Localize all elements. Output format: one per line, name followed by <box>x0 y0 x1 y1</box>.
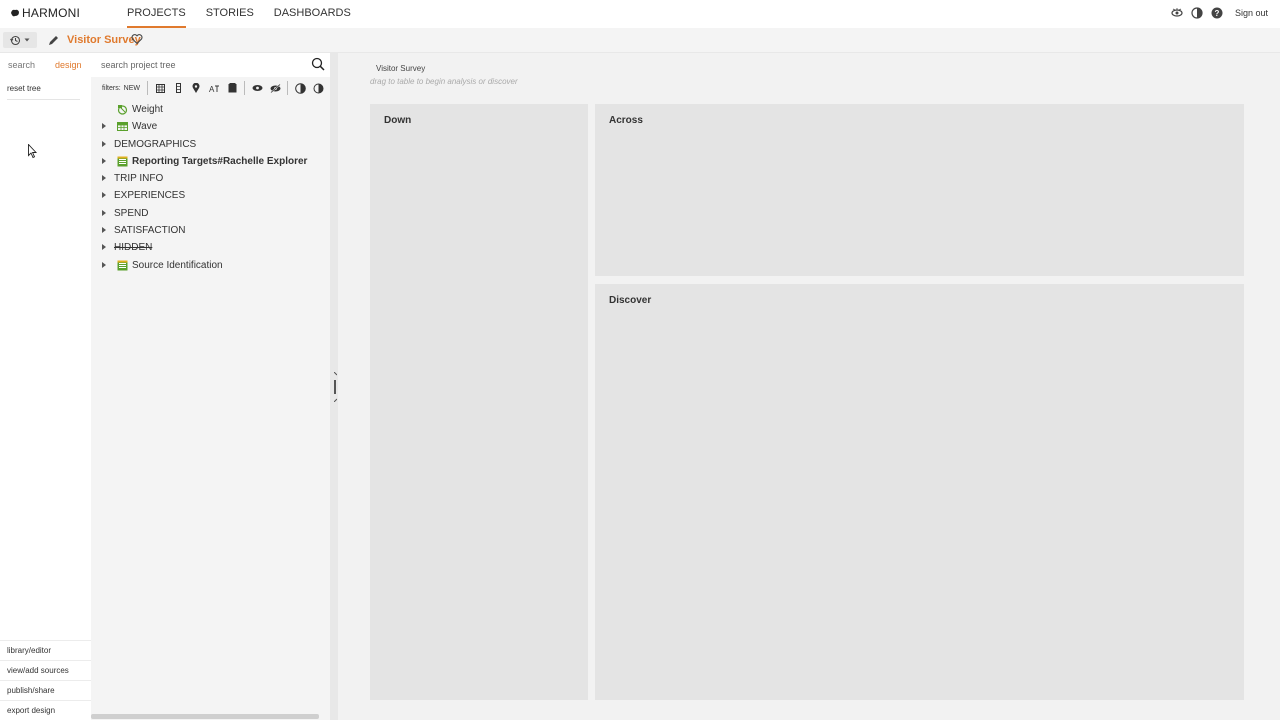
tree-horizontal-scrollbar[interactable] <box>91 714 319 719</box>
eye-icon[interactable] <box>1171 7 1183 19</box>
app-logo[interactable]: HARMONI <box>10 6 80 20</box>
column-icon[interactable] <box>169 81 187 95</box>
tree-item-label: Weight <box>132 104 163 115</box>
history-icon <box>10 35 21 45</box>
filter-divider <box>147 81 149 95</box>
history-button[interactable] <box>3 32 37 48</box>
text-size-icon[interactable]: A <box>205 81 223 95</box>
left-sidebar: search design reset tree library/editor … <box>0 53 91 720</box>
tree-folder-experiences[interactable]: EXPERIENCES <box>91 187 330 204</box>
filters-label: filters: <box>102 84 121 92</box>
tree-item-label: HIDDEN <box>114 242 153 254</box>
table-variable-icon <box>117 260 128 271</box>
weight-icon <box>117 105 128 115</box>
splitter-grip-icon[interactable] <box>334 372 337 402</box>
expand-arrow-icon[interactable] <box>102 123 106 130</box>
nav-dashboards[interactable]: DASHBOARDS <box>274 0 351 28</box>
table-variable-icon <box>117 156 128 167</box>
tree-folder-spend[interactable]: SPEND <box>91 205 330 222</box>
sidebar-tabs: search design <box>0 53 91 77</box>
tree-item-wave[interactable]: Wave <box>91 118 330 135</box>
expand-arrow-icon[interactable] <box>102 192 106 199</box>
logo-text: HARMONI <box>22 6 81 20</box>
project-title[interactable]: Visitor Survey <box>67 34 141 46</box>
sign-out-link[interactable]: Sign out <box>1235 8 1268 18</box>
pencil-icon <box>48 35 58 45</box>
expand-arrow-icon[interactable] <box>102 261 106 268</box>
chevron-down-icon <box>24 38 30 42</box>
export-design-link[interactable]: export design <box>0 700 91 720</box>
tab-design[interactable]: design <box>55 60 82 70</box>
tab-search[interactable]: search <box>8 60 35 70</box>
filter-toolbar: filters: NEW A <box>91 79 330 97</box>
expand-arrow-icon[interactable] <box>102 227 106 234</box>
top-bar: HARMONI PROJECTS STORIES DASHBOARDS ? Si… <box>0 0 1280 28</box>
tree-item-reporting-targets[interactable]: Reporting Targets#Rachelle Explorer <box>91 153 330 170</box>
filter-divider <box>287 81 289 95</box>
across-drop-zone[interactable]: Across <box>595 104 1244 276</box>
expand-arrow-icon[interactable] <box>102 157 106 164</box>
analysis-canvas: Visitor Survey drag to table to begin an… <box>338 53 1280 720</box>
zone-label-down: Down <box>384 115 412 126</box>
tree-item-label: SATISFACTION <box>114 225 186 237</box>
project-tree: Weight Wave DEMOGRAPHICS Reporting Targe… <box>91 101 330 274</box>
tree-folder-satisfaction[interactable]: SATISFACTION <box>91 222 330 239</box>
zone-label-discover: Discover <box>609 295 652 306</box>
expand-arrow-icon[interactable] <box>102 244 106 251</box>
tree-search-input[interactable] <box>101 58 301 72</box>
svg-text:?: ? <box>1215 9 1220 18</box>
canvas-title: Visitor Survey <box>376 64 426 73</box>
tree-folder-trip-info[interactable]: TRIP INFO <box>91 170 330 187</box>
project-toolbar: Visitor Survey <box>0 28 1280 53</box>
view-add-sources-link[interactable]: view/add sources <box>0 660 91 680</box>
edit-project-button[interactable] <box>44 32 62 48</box>
tree-item-label: SPEND <box>114 207 149 219</box>
tree-folder-hidden[interactable]: HIDDEN <box>91 239 330 256</box>
library-editor-link[interactable]: library/editor <box>0 640 91 660</box>
tree-item-label: Wave <box>132 121 158 133</box>
nav-stories[interactable]: STORIES <box>206 0 254 28</box>
help-icon[interactable]: ? <box>1211 7 1223 19</box>
grid-icon[interactable] <box>151 81 169 95</box>
nav-projects[interactable]: PROJECTS <box>127 0 186 28</box>
filter-new-button[interactable]: NEW <box>124 85 140 92</box>
tree-item-label: Reporting Targets#Rachelle Explorer <box>132 155 308 167</box>
tree-folder-demographics[interactable]: DEMOGRAPHICS <box>91 136 330 153</box>
logo-icon <box>11 9 19 17</box>
sidebar-bottom-links: library/editor view/add sources publish/… <box>0 640 91 720</box>
tree-item-label: DEMOGRAPHICS <box>114 138 197 150</box>
tree-item-weight[interactable]: Weight <box>91 101 330 118</box>
zone-label-across: Across <box>609 115 643 126</box>
search-icon[interactable] <box>311 57 325 71</box>
down-drop-zone[interactable]: Down <box>370 104 588 700</box>
publish-share-link[interactable]: publish/share <box>0 680 91 700</box>
heart-icon[interactable] <box>131 33 143 45</box>
expand-arrow-icon[interactable] <box>102 209 106 216</box>
filled-circle-icon[interactable] <box>309 81 327 95</box>
svg-text:A: A <box>209 85 215 93</box>
tree-search-row <box>91 53 330 77</box>
half-circle-icon[interactable] <box>291 81 309 95</box>
tree-item-label: TRIP INFO <box>114 173 164 185</box>
main-nav: PROJECTS STORIES DASHBOARDS <box>127 0 371 28</box>
project-tree-panel: filters: NEW A Weight Wave DEMOGRAPHICS <box>91 53 330 720</box>
expand-arrow-icon[interactable] <box>102 175 106 182</box>
expand-arrow-icon[interactable] <box>102 140 106 147</box>
grid-variable-icon <box>117 122 128 132</box>
eye-icon[interactable] <box>248 81 266 95</box>
mouse-cursor-icon <box>28 144 38 159</box>
tree-item-label: Source Identification <box>132 259 223 271</box>
discover-drop-zone[interactable]: Discover <box>595 284 1244 700</box>
tree-item-label: EXPERIENCES <box>114 190 186 202</box>
location-pin-icon[interactable] <box>187 81 205 95</box>
top-right-tools: ? Sign out <box>1171 7 1268 19</box>
canvas-hint: drag to table to begin analysis or disco… <box>370 77 518 86</box>
stack-icon[interactable] <box>223 81 241 95</box>
reset-tree-link[interactable]: reset tree <box>7 84 80 100</box>
tree-item-source-identification[interactable]: Source Identification <box>91 257 330 274</box>
panel-splitter[interactable] <box>330 53 338 720</box>
eye-slash-icon[interactable] <box>266 81 284 95</box>
filter-divider <box>244 81 246 95</box>
contrast-icon[interactable] <box>1191 7 1203 19</box>
